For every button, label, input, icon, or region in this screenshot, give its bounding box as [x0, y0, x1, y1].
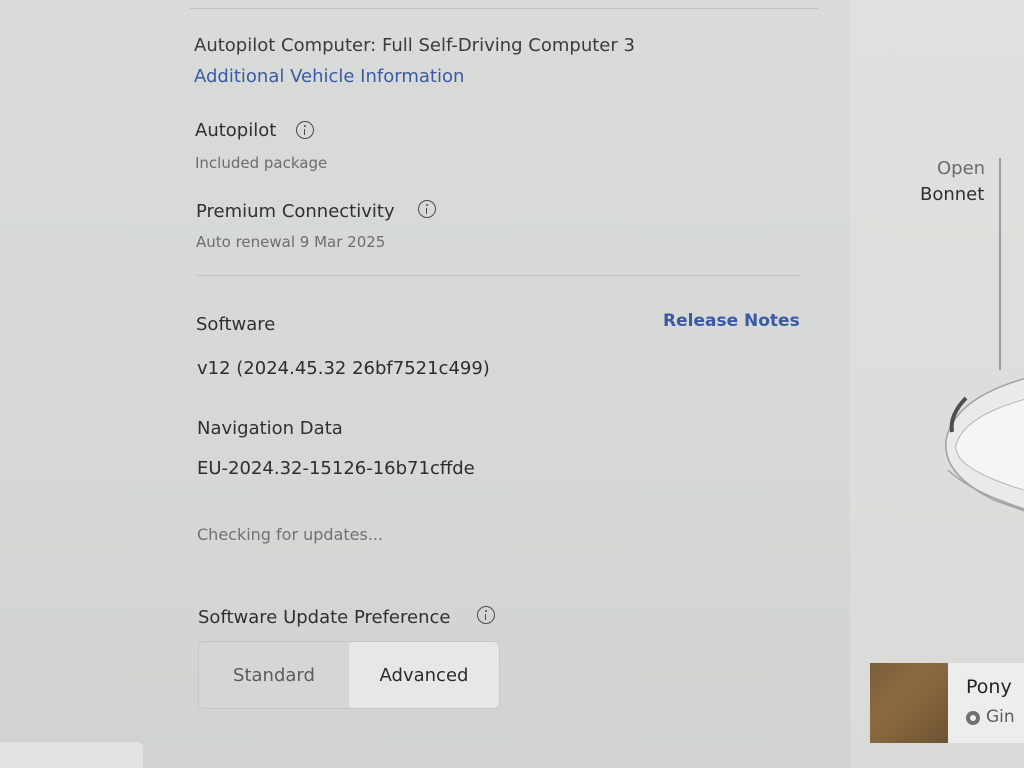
info-icon[interactable]: [418, 200, 436, 218]
car-image: [945, 377, 1024, 512]
info-icon[interactable]: [477, 606, 495, 624]
album-art[interactable]: [870, 663, 948, 743]
open-bonnet-label[interactable]: Open: [937, 158, 985, 179]
navigation-data-version: EU-2024.32-15126-16b71cffde: [197, 458, 475, 479]
info-icon[interactable]: [296, 121, 314, 139]
update-preference-label: Software Update Preference: [198, 607, 451, 628]
car-view-panel: Open Bonnet Pony Gin: [850, 0, 1024, 768]
media-title: Pony: [966, 676, 1012, 698]
media-source: Gin: [986, 707, 1015, 727]
additional-vehicle-info-link[interactable]: Additional Vehicle Information: [194, 66, 464, 87]
standard-option[interactable]: Standard: [199, 642, 349, 708]
section-divider: [196, 275, 800, 276]
update-status: Checking for updates...: [197, 525, 384, 544]
bottom-tab[interactable]: [0, 742, 143, 768]
software-version: v12 (2024.45.32 26bf7521c499): [197, 358, 490, 379]
navigation-data-label: Navigation Data: [197, 418, 343, 439]
bonnet-indicator-line: [999, 158, 1001, 370]
release-notes-link[interactable]: Release Notes: [663, 311, 800, 331]
now-playing-card[interactable]: Pony Gin: [948, 663, 1024, 743]
autopilot-computer-text: Autopilot Computer: Full Self-Driving Co…: [194, 35, 635, 56]
bonnet-label[interactable]: Bonnet: [920, 184, 984, 205]
autopilot-status: Included package: [195, 154, 328, 172]
settings-panel: Autopilot Computer: Full Self-Driving Co…: [0, 0, 850, 768]
premium-connectivity-label: Premium Connectivity: [196, 201, 395, 222]
top-divider: [190, 8, 818, 9]
software-label: Software: [196, 314, 276, 335]
premium-connectivity-status: Auto renewal 9 Mar 2025: [196, 233, 386, 251]
update-preference-toggle[interactable]: Standard Advanced: [198, 641, 500, 709]
disc-icon: [966, 711, 980, 725]
advanced-option[interactable]: Advanced: [349, 642, 499, 708]
autopilot-label: Autopilot: [195, 120, 277, 141]
